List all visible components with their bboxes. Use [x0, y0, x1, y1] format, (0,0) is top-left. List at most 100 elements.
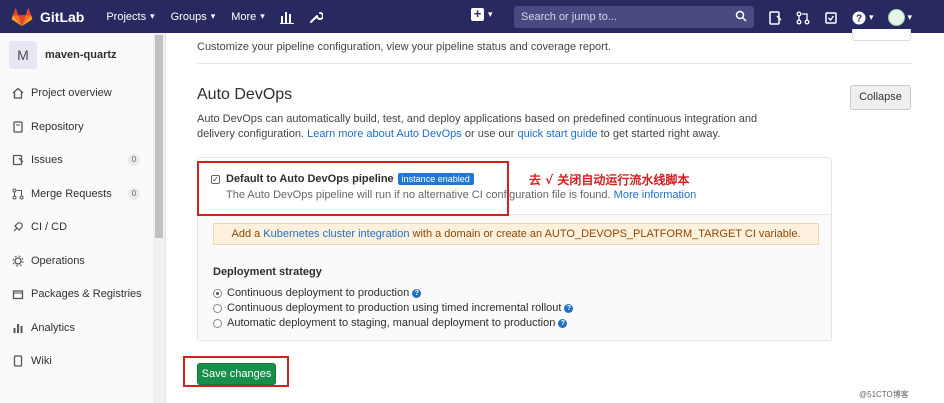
quick-start-guide-link[interactable]: quick start guide	[517, 128, 597, 140]
rocket-icon	[13, 222, 23, 232]
project-avatar: M	[9, 41, 37, 69]
groups-dropdown[interactable]: Groups ▾	[171, 11, 216, 23]
sidebar-item-label: Wiki	[31, 355, 52, 367]
learn-more-link[interactable]: Learn more about Auto DevOps	[307, 128, 462, 140]
sidebar-item-wiki[interactable]: Wiki	[12, 355, 142, 367]
strategy-option-timed-rollout[interactable]: Continuous deployment to production usin…	[213, 302, 574, 314]
merge-requests-count-badge: 0	[128, 188, 140, 200]
sidebar-item-label: Repository	[31, 121, 84, 133]
warning-text: Add a	[231, 228, 261, 240]
project-header[interactable]: M maven-quartz	[9, 41, 117, 69]
radio-label: Continuous deployment to production usin…	[227, 302, 562, 314]
top-navbar: GitLab Projects▾ Groups▾ More▾ +▾ ?▾ ▾	[0, 0, 944, 33]
chevron-down-icon: ▾	[907, 12, 913, 22]
project-name: maven-quartz	[45, 49, 117, 61]
sidebar-item-label: Analytics	[31, 322, 76, 334]
section-title: Auto DevOps	[197, 86, 293, 103]
chevron-down-icon: ▾	[210, 11, 216, 21]
strategy-option-staging-manual[interactable]: Automatic deployment to staging, manual …	[213, 317, 568, 329]
chevron-down-icon: ▾	[150, 11, 155, 21]
chart-icon	[13, 324, 23, 333]
strategy-option-continuous[interactable]: Continuous deployment to production ?	[213, 287, 422, 299]
kubernetes-warning-alert: Add a Kubernetes cluster integration wit…	[213, 223, 819, 245]
issues-icon	[12, 154, 24, 166]
search-input[interactable]	[521, 11, 731, 23]
radio-button[interactable]	[213, 303, 222, 313]
admin-wrench-icon[interactable]	[309, 10, 323, 24]
gitlab-logo[interactable]: GitLab	[11, 6, 85, 27]
user-menu[interactable]: ▾	[887, 9, 913, 26]
project-sidebar: M maven-quartz Project overview Reposito…	[0, 33, 166, 403]
sidebar-item-project-overview[interactable]: Project overview	[12, 87, 142, 99]
auto-devops-description: Auto DevOps can automatically build, tes…	[197, 112, 797, 142]
watermark: @51CTO博客	[859, 390, 909, 399]
todo-icon[interactable]	[768, 10, 782, 25]
more-label: More	[231, 10, 257, 23]
cloud-gear-icon	[12, 255, 24, 267]
search-box[interactable]	[514, 6, 754, 28]
sidebar-item-label: Operations	[31, 255, 85, 267]
projects-label: Projects	[106, 10, 147, 23]
merge-request-icon	[12, 188, 24, 200]
kubernetes-integration-link[interactable]: Kubernetes cluster integration	[263, 228, 409, 240]
sidebar-item-label: CI / CD	[31, 221, 68, 233]
activity-chart-icon[interactable]	[279, 10, 294, 24]
radio-button[interactable]	[213, 318, 222, 328]
warning-text: with a domain or create an AUTO_DEVOPS_P…	[412, 228, 801, 240]
scrollbar-thumb[interactable]	[155, 35, 163, 238]
sidebar-item-ci-cd[interactable]: CI / CD	[12, 221, 142, 233]
merge-request-icon[interactable]	[796, 11, 810, 25]
sidebar-item-label: Project overview	[31, 87, 112, 99]
radio-label: Automatic deployment to staging, manual …	[227, 317, 556, 329]
projects-dropdown[interactable]: Projects ▾	[106, 11, 154, 23]
issues-icon[interactable]	[824, 11, 838, 25]
help-icon[interactable]: ?	[558, 318, 568, 328]
more-dropdown[interactable]: More ▾	[231, 11, 265, 23]
more-information-link[interactable]: More information	[614, 189, 697, 201]
desc-text: to get started right away.	[600, 128, 721, 140]
sidebar-item-merge-requests[interactable]: Merge Requests 0	[12, 188, 142, 200]
wiki-book-icon	[13, 355, 23, 367]
groups-label: Groups	[170, 10, 207, 23]
deployment-strategy-title: Deployment strategy	[213, 266, 322, 278]
desc-text: or use our	[464, 128, 515, 140]
sidebar-item-packages-registries[interactable]: Packages & Registries	[12, 288, 142, 300]
pipeline-settings-description: Customize your pipeline configuration, v…	[197, 41, 611, 53]
chevron-down-icon: ▾	[869, 12, 874, 22]
issues-count-badge: 0	[128, 154, 140, 166]
package-icon	[12, 290, 24, 300]
sidebar-item-label: Issues	[31, 154, 63, 166]
svg-text:?: ?	[856, 13, 862, 24]
card-body: Add a Kubernetes cluster integration wit…	[198, 215, 831, 340]
sidebar-item-analytics[interactable]: Analytics	[12, 322, 142, 334]
sidebar-scrollbar[interactable]	[153, 33, 165, 403]
gitlab-fox-icon	[11, 6, 33, 26]
help-dropdown[interactable]: ? ▾	[852, 11, 874, 25]
annotation-highlight-box	[197, 161, 509, 216]
sidebar-item-repository[interactable]: Repository	[12, 121, 142, 133]
expand-button[interactable]	[852, 29, 911, 41]
help-icon[interactable]: ?	[564, 303, 574, 313]
sidebar-item-label: Packages & Registries	[31, 288, 142, 300]
help-icon: ?	[852, 11, 866, 24]
home-icon	[12, 87, 24, 99]
annotation-text: 去 √ 关闭自动运行流水线脚本	[529, 173, 690, 187]
sidebar-item-issues[interactable]: Issues 0	[12, 154, 142, 166]
help-icon[interactable]: ?	[412, 288, 422, 298]
section-divider	[197, 63, 912, 64]
user-avatar	[887, 9, 905, 26]
plus-icon: +	[471, 7, 484, 21]
brand-name: GitLab	[40, 8, 85, 25]
sidebar-item-label: Merge Requests	[31, 188, 112, 200]
radio-label: Continuous deployment to production	[227, 287, 410, 299]
chevron-down-icon: ▾	[488, 9, 493, 19]
book-icon	[13, 121, 23, 133]
search-icon	[735, 10, 747, 22]
save-changes-button[interactable]: Save changes	[197, 363, 276, 385]
chevron-down-icon: ▾	[260, 11, 265, 21]
radio-button[interactable]	[213, 288, 222, 298]
sidebar-item-operations[interactable]: Operations	[12, 255, 142, 267]
new-item-dropdown[interactable]: + ▾	[471, 7, 493, 21]
collapse-button[interactable]: Collapse	[850, 85, 911, 110]
main-content: Customize your pipeline configuration, v…	[166, 29, 944, 403]
